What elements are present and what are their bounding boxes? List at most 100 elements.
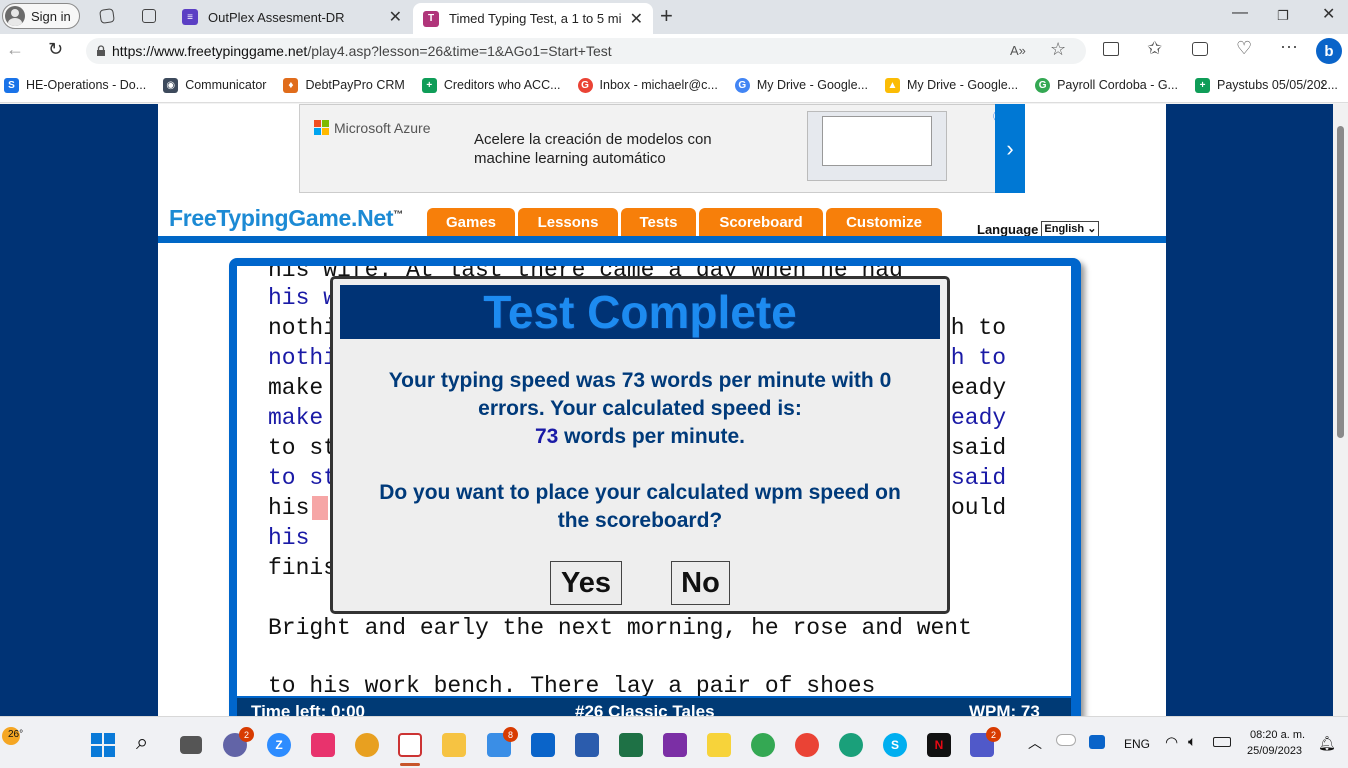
nav-scoreboard[interactable]: Scoreboard — [699, 208, 823, 236]
onedrive-icon[interactable] — [1057, 735, 1075, 745]
lock-icon — [97, 45, 105, 56]
task-view-icon[interactable] — [180, 736, 202, 754]
split-screen-icon[interactable] — [1103, 42, 1119, 56]
battery-icon[interactable] — [1213, 737, 1231, 747]
nav-customize[interactable]: Customize — [826, 208, 942, 236]
bookmark-item[interactable]: G Payroll Cordoba - G... — [1035, 77, 1178, 93]
bing-copilot-icon[interactable]: b — [1316, 38, 1342, 64]
bookmark-item[interactable]: ◉ Communicator — [163, 77, 266, 93]
teams-icon[interactable]: 2 — [223, 727, 254, 757]
snipping-tool-icon[interactable] — [398, 733, 422, 757]
bookmark-item[interactable]: G My Drive - Google... — [734, 77, 868, 93]
chrome-profile-icon[interactable] — [751, 733, 775, 757]
nav-tests[interactable]: Tests — [621, 208, 696, 236]
text-line: to his work bench. There lay a pair of s… — [268, 673, 876, 696]
typed-line: to st — [268, 465, 338, 491]
search-icon[interactable]: ⌕ — [136, 729, 148, 755]
edge-icon[interactable] — [839, 733, 863, 757]
bookmark-label: Inbox - michaelr@c... — [599, 78, 718, 92]
start-windows-icon[interactable] — [91, 733, 115, 757]
scoreboard-question: Do you want to place your calculated wpm… — [379, 481, 901, 504]
vpn-icon[interactable] — [1089, 735, 1105, 749]
test-status-bar: Time left: 0:00 #26 Classic Tales WPM: 7… — [237, 698, 1071, 721]
favorite-star-icon[interactable]: ☆ — [1050, 39, 1066, 60]
notification-badge: 2 — [239, 727, 254, 742]
new-tab-button[interactable]: + — [660, 3, 673, 29]
netflix-icon[interactable]: N — [927, 733, 951, 757]
url-field[interactable]: https://www.freetypinggame.net/play4.asp… — [86, 38, 1086, 64]
nav-lessons[interactable]: Lessons — [518, 208, 618, 236]
typing-cursor — [312, 496, 328, 520]
bookmark-item[interactable]: ▲ My Drive - Google... — [884, 77, 1019, 93]
bookmark-item[interactable]: G Inbox - michaelr@c... — [577, 77, 718, 93]
tab-typing-test[interactable]: T Timed Typing Test, a 1 to 5 minut ✕ — [413, 3, 653, 34]
text-line: to st — [268, 435, 338, 461]
speed-suffix: words per minute. — [558, 425, 746, 448]
excel-icon[interactable] — [619, 733, 643, 757]
clock-date[interactable]: 25/09/2023 — [1247, 745, 1302, 757]
ad-next-arrow-icon[interactable]: › — [995, 104, 1025, 193]
bookmark-item[interactable]: ♦ DebtPayPro CRM — [283, 77, 405, 93]
notifications-icon[interactable]: 🔔︎ — [1318, 735, 1336, 752]
browser-essentials-icon[interactable]: ♡ — [1236, 38, 1252, 59]
bookmark-item[interactable]: + Paystubs 05/05/202... — [1194, 77, 1338, 93]
back-icon[interactable]: ← — [6, 39, 24, 60]
sticky-notes-icon[interactable] — [707, 733, 731, 757]
close-tab-icon[interactable]: ✕ — [389, 7, 402, 27]
outlook-icon[interactable] — [531, 733, 555, 757]
chrome-icon[interactable] — [795, 733, 819, 757]
ad-text-line: Acelere la creación de modelos con — [474, 131, 712, 148]
app-robot-icon[interactable] — [311, 733, 335, 757]
bookmark-label: My Drive - Google... — [906, 78, 1019, 92]
vertical-tabs-icon[interactable] — [142, 9, 156, 23]
teams-work-icon[interactable]: 2 — [970, 727, 1001, 757]
zoom-icon[interactable]: Z — [267, 733, 291, 757]
weather-temp: 26° — [8, 729, 24, 740]
sheets-icon: + — [1194, 77, 1210, 93]
clock-time[interactable]: 08:20 a. m. — [1250, 729, 1305, 741]
close-tab-icon[interactable]: ✕ — [630, 9, 643, 29]
onenote-icon[interactable] — [663, 733, 687, 757]
scrollbar-thumb[interactable] — [1337, 126, 1344, 438]
site-logo[interactable]: FreeTypingGame.Net™ — [169, 205, 403, 232]
mail-icon[interactable]: 8 — [487, 727, 518, 757]
word-icon[interactable] — [575, 733, 599, 757]
bookmark-label: My Drive - Google... — [756, 78, 868, 92]
language-dropdown[interactable]: English ⌄ — [1041, 221, 1100, 237]
microsoft-logo-icon — [314, 120, 329, 135]
volume-icon[interactable]: 🔈︎ — [1188, 733, 1196, 750]
google-icon: G — [734, 77, 750, 93]
more-menu-icon[interactable]: ··· — [1280, 36, 1298, 57]
typed-line: make — [268, 405, 338, 431]
window-close-icon[interactable]: ✕ — [1322, 4, 1335, 24]
text-line-tail: eady — [951, 375, 1007, 401]
file-explorer-icon[interactable] — [442, 733, 466, 757]
restore-icon[interactable]: ❐ — [1277, 8, 1289, 24]
favorites-icon[interactable]: ✩ — [1147, 38, 1162, 59]
ad-text-line: machine learning automático — [474, 150, 666, 167]
minimize-icon[interactable]: — — [1232, 4, 1248, 22]
text-line: Bright and early the next morning, he ro… — [268, 615, 972, 641]
app-character-icon[interactable] — [355, 733, 379, 757]
trademark-mark: ™ — [393, 209, 403, 221]
text-line: finis — [268, 555, 338, 581]
tab-outplex[interactable]: ≡ OutPlex Assesment-DR ✕ — [172, 3, 412, 31]
advertisement-banner[interactable]: Microsoft Azure Acelere la creación de m… — [299, 104, 1025, 193]
workspaces-icon[interactable] — [99, 8, 115, 24]
bookmarks-overflow-icon[interactable]: › — [1320, 76, 1325, 94]
read-aloud-icon[interactable]: A» — [1010, 43, 1026, 58]
refresh-icon[interactable]: ↻ — [48, 39, 63, 60]
input-language[interactable]: ENG — [1124, 737, 1150, 751]
bookmark-label: DebtPayPro CRM — [305, 78, 405, 92]
bookmark-item[interactable]: S HE-Operations - Do... — [4, 77, 146, 93]
no-button[interactable]: No — [671, 561, 730, 605]
sign-in-button[interactable]: Sign in — [2, 3, 80, 29]
collections-icon[interactable] — [1192, 42, 1208, 56]
wifi-icon[interactable]: ◠ — [1165, 733, 1178, 751]
skype-icon[interactable]: S — [883, 733, 907, 757]
tray-chevron-icon[interactable]: ︿ — [1028, 733, 1042, 753]
nav-games[interactable]: Games — [427, 208, 515, 236]
bookmark-item[interactable]: + Creditors who ACC... — [421, 77, 561, 93]
address-toolbar: ← ↻ https://www.freetypinggame.net/play4… — [0, 34, 1348, 68]
yes-button[interactable]: Yes — [550, 561, 622, 605]
